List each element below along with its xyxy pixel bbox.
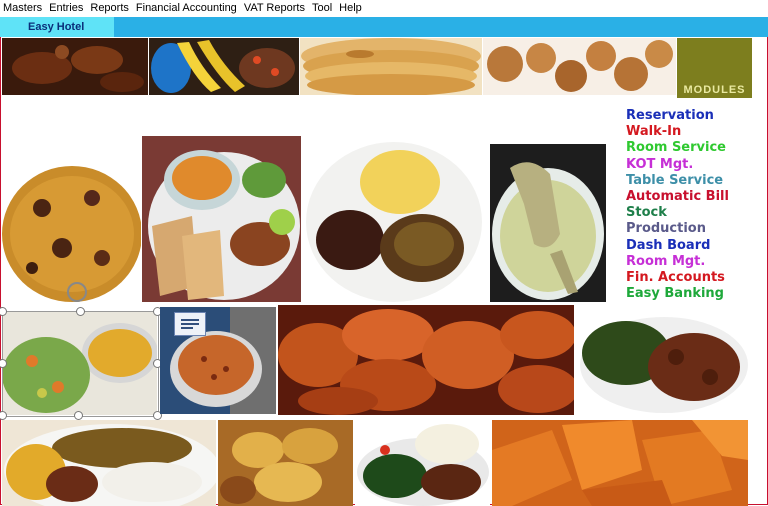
food-image-chicken-soup	[490, 144, 606, 302]
menu-financial-accounting[interactable]: Financial Accounting	[133, 0, 241, 17]
food-image-rice-beans	[2, 420, 216, 506]
menu-reports[interactable]: Reports	[87, 0, 133, 17]
modules-panel[interactable]: MODULES	[677, 38, 752, 98]
food-image-chapati-stack	[300, 38, 482, 95]
module-reservation[interactable]: Reservation	[626, 108, 766, 124]
food-image-fried-chicken	[278, 305, 574, 415]
food-image-mandazi	[483, 38, 676, 95]
food-image-ugali-plate	[304, 140, 484, 303]
menu-tool[interactable]: Tool	[309, 0, 336, 17]
document-icon[interactable]	[174, 312, 206, 336]
module-dash-board[interactable]: Dash Board	[626, 238, 766, 254]
food-image-potato-stew	[218, 420, 353, 506]
module-automatic-bill[interactable]: Automatic Bill	[626, 189, 766, 205]
rotate-handle-icon[interactable]	[67, 282, 87, 302]
app-title: Easy Hotel	[0, 17, 114, 37]
food-image-bananas	[149, 38, 299, 95]
module-stock[interactable]: Stock	[626, 205, 766, 221]
module-kot-mgt[interactable]: KOT Mgt.	[626, 157, 766, 173]
food-image-pilau	[2, 138, 141, 304]
menu-masters[interactable]: Masters	[0, 0, 46, 17]
module-fin-accounts[interactable]: Fin. Accounts	[626, 270, 766, 286]
resize-handle-bottom-center[interactable]	[74, 411, 83, 420]
food-image-greens-meat	[576, 307, 750, 415]
resize-handle-top-center[interactable]	[76, 307, 85, 316]
module-room-service[interactable]: Room Service	[626, 140, 766, 156]
selection-frame	[2, 311, 159, 417]
module-production[interactable]: Production	[626, 221, 766, 237]
module-walk-in[interactable]: Walk-In	[626, 124, 766, 140]
menu-bar: Masters Entries Reports Financial Accoun…	[0, 0, 768, 17]
modules-list: Reservation Walk-In Room Service KOT Mgt…	[626, 108, 766, 302]
module-table-service[interactable]: Table Service	[626, 173, 766, 189]
module-easy-banking[interactable]: Easy Banking	[626, 286, 766, 302]
food-image-mandazi-closeup	[492, 420, 748, 506]
title-bar: Easy Hotel	[0, 17, 768, 37]
module-room-mgt[interactable]: Room Mgt.	[626, 254, 766, 270]
menu-entries[interactable]: Entries	[46, 0, 87, 17]
menu-vat-reports[interactable]: VAT Reports	[241, 0, 309, 17]
food-image-chicken-chapati-plate	[142, 136, 301, 302]
food-image-ugali-sukuma	[355, 420, 490, 506]
food-image-stew	[2, 38, 148, 95]
menu-help[interactable]: Help	[336, 0, 366, 17]
modules-label: MODULES	[683, 84, 746, 96]
